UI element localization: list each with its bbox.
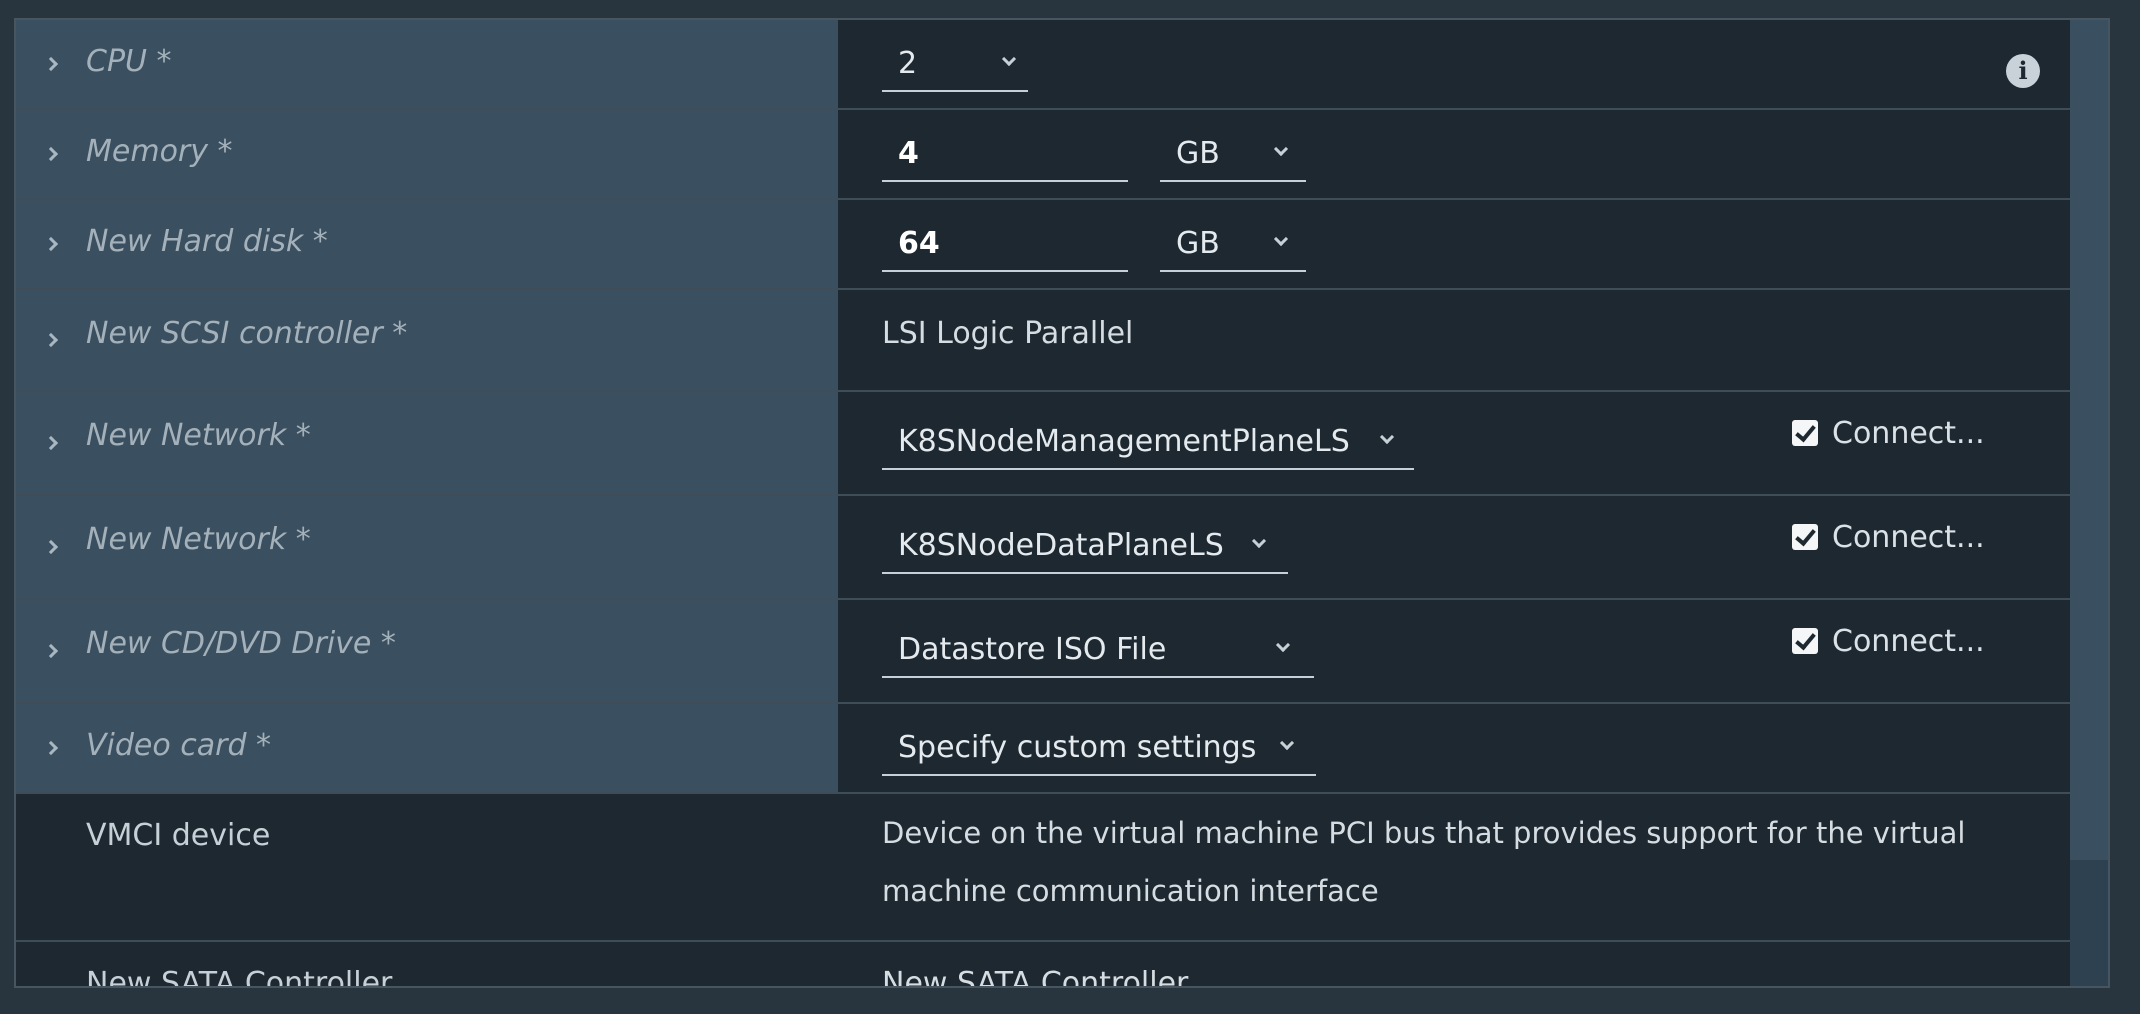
memory-unit-value: GB — [1176, 136, 1220, 171]
vmci-description: Device on the virtual machine PCI bus th… — [882, 816, 1966, 908]
hardware-row-cpu: CPU * 2 i — [16, 20, 2070, 110]
video-card-label: Video card * — [86, 728, 272, 763]
hardware-row-video-card: Video card * Specify custom settings — [16, 704, 2070, 794]
hard-disk-unit-select[interactable]: GB — [1160, 220, 1306, 272]
memory-unit-select[interactable]: GB — [1160, 130, 1306, 182]
hardware-row-sata-controller: New SATA Controller New SATA Controller — [16, 942, 2070, 988]
network-1-label: New Network * — [86, 418, 311, 453]
memory-size-value: 4 — [898, 136, 919, 171]
chevron-down-icon — [1251, 533, 1267, 549]
hard-disk-size-input[interactable]: 64 — [882, 220, 1128, 272]
network-1-value: K8SNodeManagementPlaneLS — [898, 424, 1350, 459]
hardware-row-hard-disk: New Hard disk * 64 GB — [16, 200, 2070, 290]
network-2-label: New Network * — [86, 522, 311, 557]
checkbox-checked-icon[interactable] — [1792, 628, 1818, 654]
scsi-controller-label: New SCSI controller * — [86, 316, 408, 351]
chevron-right-icon[interactable] — [43, 740, 59, 756]
scrollbar-thumb[interactable] — [2070, 860, 2108, 986]
hard-disk-unit-value: GB — [1176, 226, 1220, 261]
row-label-cell[interactable]: New Hard disk * — [16, 200, 838, 288]
chevron-right-icon[interactable] — [43, 146, 59, 162]
hard-disk-label: New Hard disk * — [86, 224, 328, 259]
chevron-right-icon[interactable] — [43, 332, 59, 348]
network-2-select[interactable]: K8SNodeDataPlaneLS — [882, 522, 1288, 574]
chevron-right-icon[interactable] — [43, 56, 59, 72]
row-label-cell: New SATA Controller — [16, 942, 838, 988]
network-2-connect-label: Connect... — [1832, 520, 1985, 555]
chevron-down-icon — [1273, 141, 1289, 157]
chevron-down-icon — [1279, 735, 1295, 751]
cd-dvd-source-select[interactable]: Datastore ISO File — [882, 626, 1314, 678]
hardware-row-vmci-device: VMCI device Device on the virtual machin… — [16, 794, 2070, 942]
checkbox-checked-icon[interactable] — [1792, 524, 1818, 550]
chevron-right-icon[interactable] — [43, 643, 59, 659]
hardware-row-memory: Memory * 4 GB — [16, 110, 2070, 200]
chevron-down-icon — [1379, 429, 1395, 445]
chevron-down-icon — [1275, 637, 1291, 653]
row-label-cell: VMCI device — [16, 794, 838, 940]
row-label-cell[interactable]: Memory * — [16, 110, 838, 198]
hardware-row-scsi-controller: New SCSI controller * LSI Logic Parallel — [16, 290, 2070, 392]
sata-controller-value: New SATA Controller — [882, 966, 1189, 988]
hardware-row-network-1: New Network * K8SNodeManagementPlaneLS C… — [16, 392, 2070, 496]
scsi-controller-type: LSI Logic Parallel — [882, 316, 1134, 351]
cpu-label: CPU * — [86, 44, 172, 79]
cd-dvd-source-value: Datastore ISO File — [898, 632, 1167, 667]
row-label-cell[interactable]: CPU * — [16, 20, 838, 108]
memory-label: Memory * — [86, 134, 233, 169]
video-card-select[interactable]: Specify custom settings — [882, 724, 1316, 776]
chevron-right-icon[interactable] — [43, 435, 59, 451]
cpu-count-value: 2 — [898, 46, 918, 81]
chevron-right-icon[interactable] — [43, 236, 59, 252]
row-label-cell[interactable]: New Network * — [16, 392, 838, 494]
scrollbar[interactable] — [2070, 20, 2108, 986]
virtual-hardware-panel: CPU * 2 i Memory * 4 GB New Hard disk * … — [14, 18, 2110, 988]
memory-size-input[interactable]: 4 — [882, 130, 1128, 182]
network-1-connect-label: Connect... — [1832, 416, 1985, 451]
row-label-cell[interactable]: New Network * — [16, 496, 838, 598]
chevron-down-icon — [1273, 231, 1289, 247]
hardware-row-cd-dvd-drive: New CD/DVD Drive * Datastore ISO File Co… — [16, 600, 2070, 704]
cpu-count-select[interactable]: 2 — [882, 40, 1028, 92]
sata-label: New SATA Controller — [86, 966, 393, 988]
hardware-list: CPU * 2 i Memory * 4 GB New Hard disk * … — [16, 20, 2070, 988]
network-2-value: K8SNodeDataPlaneLS — [898, 528, 1224, 563]
row-label-cell[interactable]: New SCSI controller * — [16, 290, 838, 390]
row-label-cell[interactable]: Video card * — [16, 704, 838, 792]
hard-disk-size-value: 64 — [898, 226, 940, 261]
chevron-right-icon[interactable] — [43, 539, 59, 555]
cd-dvd-connect-label: Connect... — [1832, 624, 1985, 659]
info-icon[interactable]: i — [2006, 54, 2040, 88]
hardware-row-network-2: New Network * K8SNodeDataPlaneLS Connect… — [16, 496, 2070, 600]
network-1-select[interactable]: K8SNodeManagementPlaneLS — [882, 418, 1414, 470]
row-label-cell[interactable]: New CD/DVD Drive * — [16, 600, 838, 702]
video-card-value: Specify custom settings — [898, 730, 1257, 765]
cd-dvd-label: New CD/DVD Drive * — [86, 626, 396, 661]
chevron-down-icon — [1001, 51, 1017, 67]
checkbox-checked-icon[interactable] — [1792, 420, 1818, 446]
vmci-label: VMCI device — [86, 818, 271, 853]
